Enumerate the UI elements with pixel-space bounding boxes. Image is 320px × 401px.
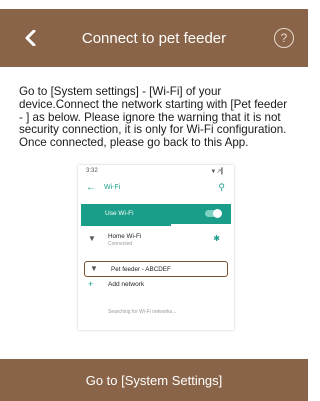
searching-text: Searching for Wi-Fi networks... xyxy=(108,309,177,315)
status-time: 3:32 xyxy=(86,168,98,174)
instruction-text: Go to [System settings] - [Wi-Fi] of you… xyxy=(19,85,288,150)
use-wifi-label: Use Wi-Fi xyxy=(105,210,134,217)
wifi-settings-illustration: 3:32 ▼↗▎ ← Wi-Fi ⚲ Use Wi-Fi ▼ Home Wi-F… xyxy=(78,165,234,330)
arrow-left-icon: ← xyxy=(86,182,96,193)
home-network-name: Home Wi-Fi xyxy=(108,233,142,240)
wifi-toggle xyxy=(205,209,222,218)
status-bar: 3:32 ▼↗▎ xyxy=(78,165,234,177)
top-bar: Connect to pet feeder ? xyxy=(0,0,308,76)
go-to-system-settings-button[interactable]: Go to [System Settings] xyxy=(0,359,308,401)
page-title: Connect to pet feeder xyxy=(81,29,227,47)
pet-feeder-network-row: ▼ Pet feeder - ABCDEF xyxy=(84,261,228,277)
wifi-icon: ▼ xyxy=(88,234,96,243)
search-icon: ⚲ xyxy=(218,182,225,192)
signal-battery-icon: ▼↗▎ xyxy=(210,169,226,175)
help-button[interactable]: ? xyxy=(274,28,294,48)
title-bar: Connect to pet feeder ? xyxy=(0,9,308,67)
add-network-label: Add network xyxy=(108,281,145,288)
chevron-left-icon xyxy=(25,30,36,46)
wifi-title: Wi-Fi xyxy=(104,184,121,191)
wifi-icon: ▼ xyxy=(90,264,98,273)
plus-icon: + xyxy=(88,279,94,289)
wifi-header: ← Wi-Fi ⚲ xyxy=(78,177,234,201)
back-button[interactable] xyxy=(16,24,44,52)
home-network-row: ▼ Home Wi-Fi Connected ✱ xyxy=(88,232,228,252)
pet-network-name: Pet feeder - ABCDEF xyxy=(111,266,171,273)
gear-icon: ✱ xyxy=(213,234,220,243)
use-wifi-row: Use Wi-Fi xyxy=(81,204,231,224)
progress-line xyxy=(81,224,171,226)
home-network-status: Connected xyxy=(108,241,133,247)
